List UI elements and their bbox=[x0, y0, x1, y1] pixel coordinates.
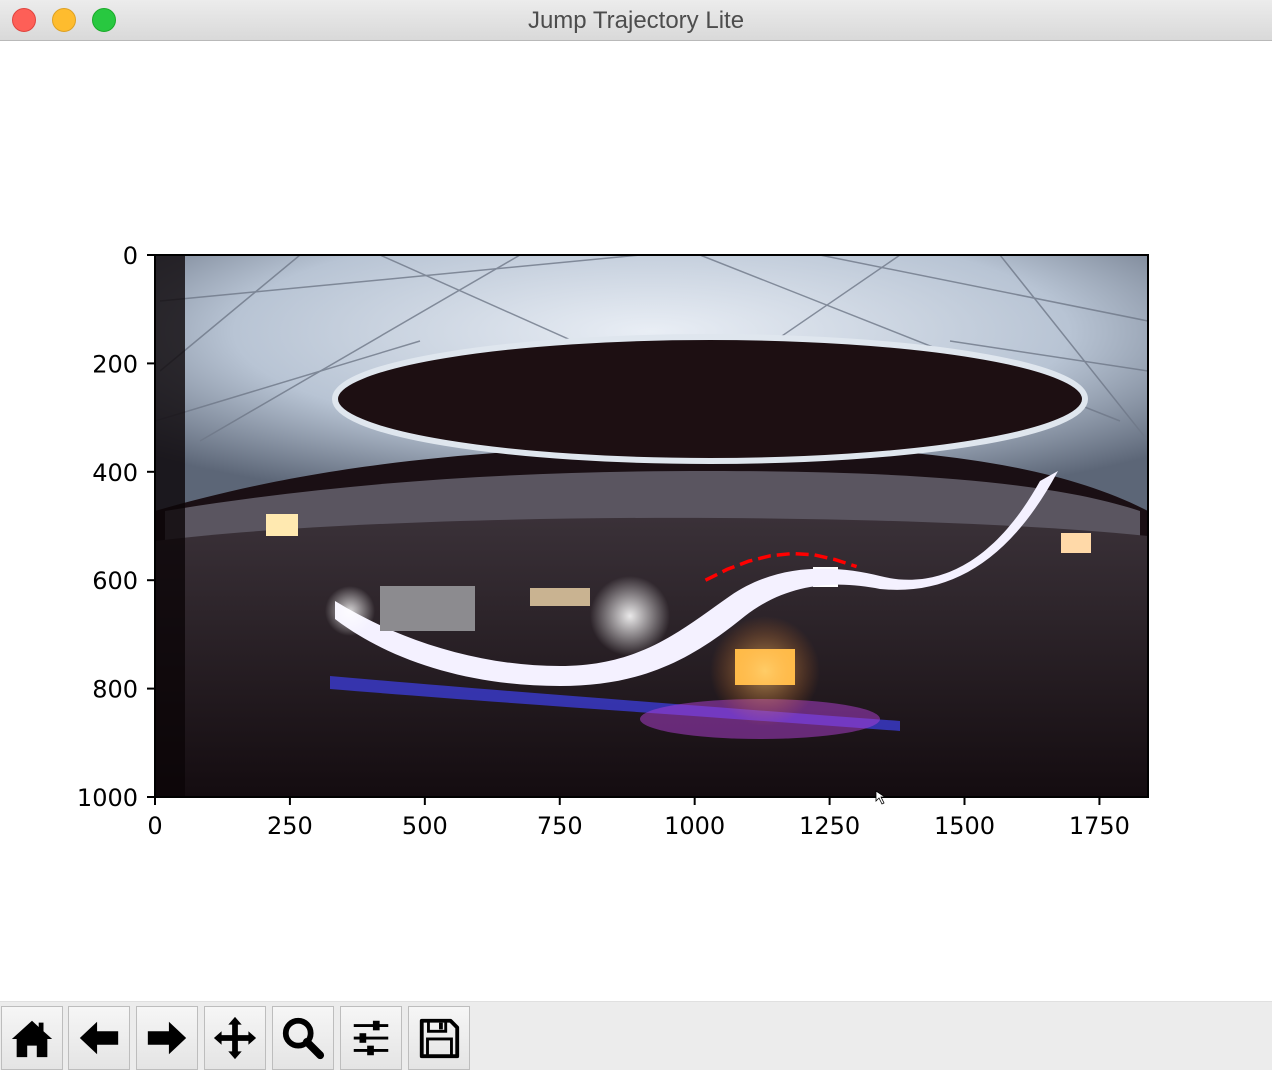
save-floppy-icon bbox=[419, 1018, 460, 1059]
configure-subplots-icon bbox=[353, 1020, 389, 1056]
y-tick-label: 200 bbox=[92, 350, 138, 378]
navigation-toolbar bbox=[0, 1001, 1272, 1070]
x-tick-label: 1000 bbox=[664, 812, 725, 840]
zoom-button[interactable] bbox=[272, 1006, 334, 1070]
x-tick-label: 500 bbox=[402, 812, 448, 840]
x-tick-label: 1750 bbox=[1069, 812, 1130, 840]
home-button[interactable] bbox=[1, 1006, 63, 1070]
x-tick-label: 750 bbox=[537, 812, 583, 840]
y-tick-label: 800 bbox=[92, 676, 138, 704]
save-button[interactable] bbox=[408, 1006, 470, 1070]
back-button[interactable] bbox=[68, 1006, 130, 1070]
x-tick-label: 1500 bbox=[934, 812, 995, 840]
title-bar: Jump Trajectory Lite bbox=[0, 0, 1272, 41]
y-tick-label: 1000 bbox=[77, 784, 138, 812]
stadium-photo bbox=[155, 255, 1148, 797]
pan-move-icon bbox=[213, 1016, 257, 1060]
zoom-magnifier-icon bbox=[282, 1017, 325, 1060]
x-tick-label: 1250 bbox=[799, 812, 860, 840]
plot-svg: 0 250 500 750 1000 1250 1500 1750 0 200 400 600 800 1… bbox=[77, 242, 1149, 840]
figure-canvas[interactable]: 0 250 500 750 1000 1250 1500 1750 0 200 400 600 800 1… bbox=[0, 41, 1272, 1001]
back-arrow-icon bbox=[79, 1021, 119, 1055]
x-tick-label: 250 bbox=[267, 812, 313, 840]
home-icon bbox=[11, 1020, 53, 1058]
forward-arrow-icon bbox=[147, 1021, 187, 1055]
pan-button[interactable] bbox=[204, 1006, 266, 1070]
forward-button[interactable] bbox=[136, 1006, 198, 1070]
y-tick-label: 0 bbox=[123, 242, 138, 270]
y-tick-label: 400 bbox=[92, 459, 138, 487]
y-tick-label: 600 bbox=[92, 567, 138, 595]
app-window: Jump Trajectory Lite 0 250 500 750 1000 … bbox=[0, 0, 1272, 1070]
configure-subplots-button[interactable] bbox=[340, 1006, 402, 1070]
window-title: Jump Trajectory Lite bbox=[527, 7, 745, 34]
x-tick-label: 0 bbox=[147, 812, 162, 840]
